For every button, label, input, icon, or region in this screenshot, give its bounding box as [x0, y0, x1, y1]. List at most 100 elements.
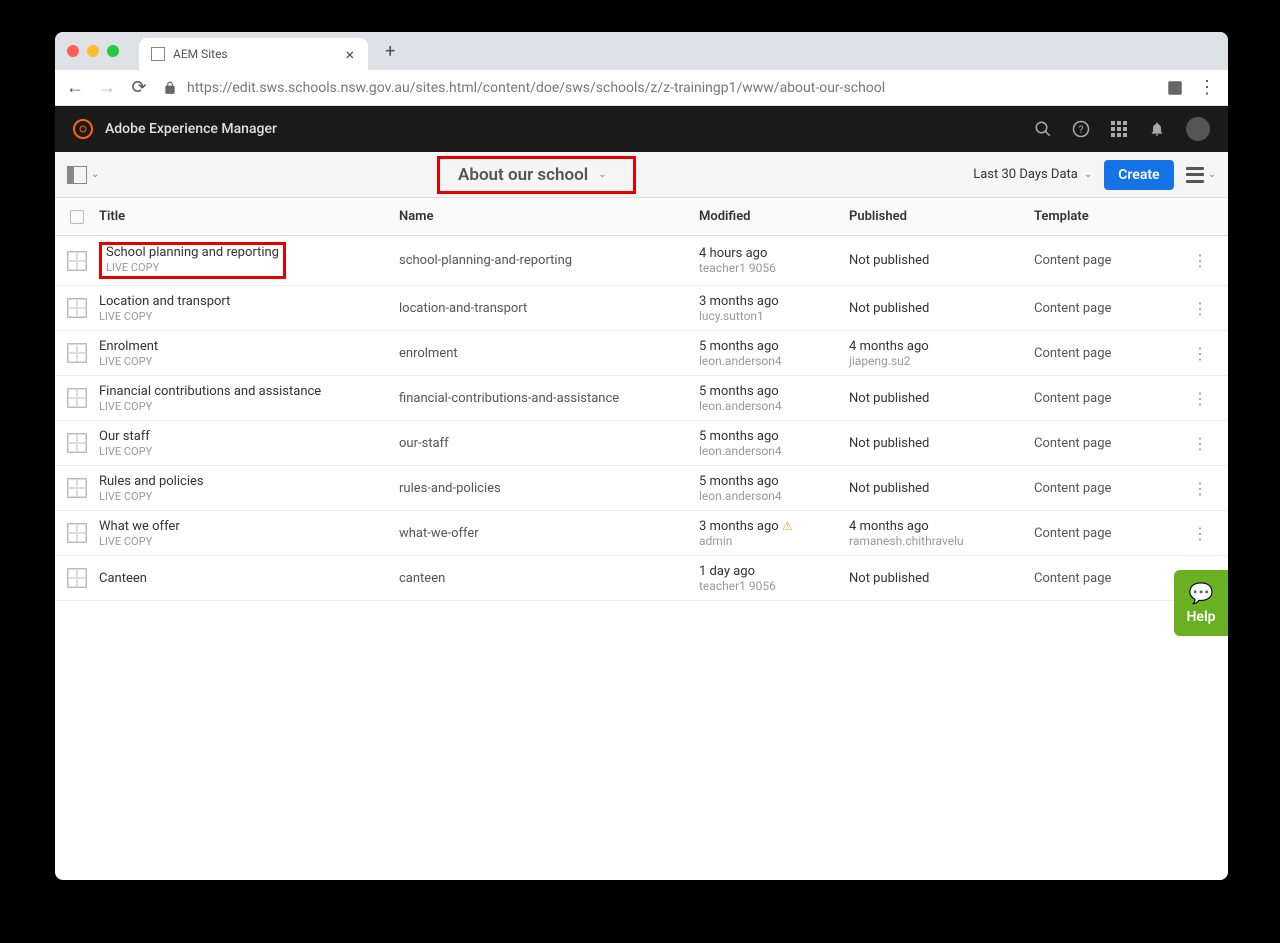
column-modified[interactable]: Modified	[699, 209, 849, 224]
table-row[interactable]: What we offerLIVE COPY what-we-offer 3 m…	[55, 511, 1228, 556]
help-label: Help	[1187, 609, 1216, 625]
url-text: https://edit.sws.schools.nsw.gov.au/site…	[187, 80, 885, 96]
aem-logo-icon[interactable]	[73, 119, 93, 139]
help-icon[interactable]: ?	[1072, 120, 1090, 138]
date-filter-dropdown[interactable]: Last 30 Days Data ⌄	[973, 167, 1092, 182]
table-row[interactable]: School planning and reportingLIVE COPY s…	[55, 236, 1228, 286]
row-modified: 5 months agoleon.anderson4	[699, 384, 849, 413]
chevron-down-icon: ⌄	[1084, 169, 1092, 180]
page-thumbnail-icon[interactable]	[67, 568, 87, 588]
table-row[interactable]: Financial contributions and assistanceLI…	[55, 376, 1228, 421]
table-row[interactable]: EnrolmentLIVE COPY enrolment 5 months ag…	[55, 331, 1228, 376]
view-switcher[interactable]: ⌄	[1186, 167, 1216, 183]
forward-button[interactable]: →	[99, 80, 115, 96]
row-actions-menu[interactable]: ⋮	[1192, 524, 1228, 543]
aem-global-header: Adobe Experience Manager ?	[55, 106, 1228, 152]
browser-tab[interactable]: AEM Sites ×	[139, 38, 368, 70]
page-thumbnail-icon[interactable]	[67, 298, 87, 318]
table-header: Title Name Modified Published Template	[55, 198, 1228, 236]
row-actions-menu[interactable]: ⋮	[1192, 251, 1228, 270]
search-icon[interactable]	[1034, 120, 1052, 138]
column-name[interactable]: Name	[399, 209, 699, 224]
row-template: Content page	[1034, 346, 1192, 361]
user-avatar[interactable]	[1186, 117, 1210, 141]
row-name: what-we-offer	[399, 526, 699, 541]
row-published: 4 months agoramanesh.chithravelu	[849, 519, 1034, 548]
row-actions-menu[interactable]: ⋮	[1192, 344, 1228, 363]
maximize-window-button[interactable]	[107, 45, 119, 57]
column-published[interactable]: Published	[849, 209, 1034, 224]
row-template: Content page	[1034, 526, 1192, 541]
table-body: School planning and reportingLIVE COPY s…	[55, 236, 1228, 601]
row-title: Canteen	[99, 571, 399, 586]
row-published: Not published	[849, 436, 1034, 451]
reload-button[interactable]: ⟳	[131, 80, 147, 96]
row-modified: 5 months agoleon.anderson4	[699, 339, 849, 368]
table-row[interactable]: Location and transportLIVE COPY location…	[55, 286, 1228, 331]
column-template[interactable]: Template	[1034, 209, 1192, 224]
row-actions-menu[interactable]: ⋮	[1192, 434, 1228, 453]
breadcrumb-dropdown[interactable]: About our school ⌄	[437, 156, 636, 194]
row-modified: 4 hours agoteacher1 9056	[699, 246, 849, 275]
row-published: 4 months agojiapeng.su2	[849, 339, 1034, 368]
browser-toolbar: ← → ⟳ https://edit.sws.schools.nsw.gov.a…	[55, 70, 1228, 106]
action-bar: ⌄ About our school ⌄ Last 30 Days Data ⌄…	[55, 152, 1228, 198]
page-thumbnail-icon[interactable]	[67, 388, 87, 408]
page-favicon-icon	[151, 47, 165, 61]
create-button[interactable]: Create	[1104, 160, 1173, 190]
table-row[interactable]: Rules and policiesLIVE COPY rules-and-po…	[55, 466, 1228, 511]
lock-icon	[163, 81, 177, 95]
row-published: Not published	[849, 481, 1034, 496]
close-tab-icon[interactable]: ×	[346, 45, 355, 64]
browser-tab-bar: AEM Sites × +	[55, 32, 1228, 70]
minimize-window-button[interactable]	[87, 45, 99, 57]
row-name: rules-and-policies	[399, 481, 699, 496]
new-tab-button[interactable]: +	[376, 37, 404, 65]
row-published: Not published	[849, 253, 1034, 268]
column-title[interactable]: Title	[99, 209, 399, 224]
row-modified: 5 months agoleon.anderson4	[699, 429, 849, 458]
help-widget-button[interactable]: 💬 Help	[1174, 570, 1228, 636]
address-bar[interactable]: https://edit.sws.schools.nsw.gov.au/site…	[163, 80, 1150, 96]
row-actions-menu[interactable]: ⋮	[1192, 389, 1228, 408]
page-thumbnail-icon[interactable]	[67, 343, 87, 363]
row-template: Content page	[1034, 571, 1192, 586]
extension-icon[interactable]	[1166, 79, 1184, 97]
row-name: financial-contributions-and-assistance	[399, 391, 699, 406]
back-button[interactable]: ←	[67, 80, 83, 96]
rail-toggle-button[interactable]	[67, 166, 87, 184]
svg-text:?: ?	[1079, 123, 1084, 136]
row-modified: 3 months agolucy.sutton1	[699, 294, 849, 323]
warning-icon: ⚠	[782, 519, 793, 533]
row-title: What we offerLIVE COPY	[99, 519, 399, 548]
browser-menu-icon[interactable]: ⋮	[1198, 77, 1216, 98]
row-published: Not published	[849, 571, 1034, 586]
row-title: Location and transportLIVE COPY	[99, 294, 399, 323]
row-title: School planning and reportingLIVE COPY	[99, 242, 399, 279]
tab-title: AEM Sites	[173, 47, 228, 61]
page-thumbnail-icon[interactable]	[67, 433, 87, 453]
page-thumbnail-icon[interactable]	[67, 478, 87, 498]
page-thumbnail-icon[interactable]	[67, 251, 87, 271]
bell-icon[interactable]	[1148, 120, 1166, 138]
chevron-down-icon: ⌄	[1208, 169, 1216, 180]
list-view-icon	[1186, 167, 1204, 183]
filter-label: Last 30 Days Data	[973, 167, 1078, 182]
close-window-button[interactable]	[67, 45, 79, 57]
row-name: our-staff	[399, 436, 699, 451]
row-actions-menu[interactable]: ⋮	[1192, 479, 1228, 498]
row-modified: 3 months ago ⚠admin	[699, 519, 849, 548]
row-actions-menu[interactable]: ⋮	[1192, 299, 1228, 318]
row-modified: 1 day agoteacher1 9056	[699, 564, 849, 593]
chevron-down-icon: ⌄	[91, 169, 99, 180]
table-row[interactable]: Canteen canteen 1 day agoteacher1 9056 N…	[55, 556, 1228, 601]
product-name: Adobe Experience Manager	[105, 121, 277, 137]
window-controls	[67, 45, 119, 57]
apps-icon[interactable]	[1110, 120, 1128, 138]
row-name: school-planning-and-reporting	[399, 253, 699, 268]
page-thumbnail-icon[interactable]	[67, 523, 87, 543]
table-row[interactable]: Our staffLIVE COPY our-staff 5 months ag…	[55, 421, 1228, 466]
chevron-down-icon: ⌄	[598, 169, 606, 180]
row-name: location-and-transport	[399, 301, 699, 316]
select-all-checkbox[interactable]	[70, 210, 84, 224]
